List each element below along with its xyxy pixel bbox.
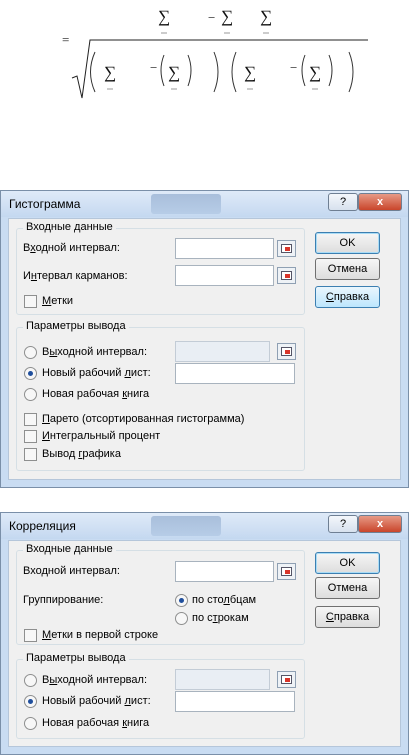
cumulative-percent-label: Интегральный процент <box>42 430 161 442</box>
histogram-title: Гистограмма <box>9 197 81 211</box>
pareto-checkbox[interactable] <box>24 413 37 426</box>
output-range-field[interactable] <box>175 341 270 362</box>
by-columns-radio[interactable] <box>175 594 188 607</box>
labels-label: Метки <box>42 295 74 307</box>
close-button[interactable]: x <box>358 515 402 533</box>
ok-button[interactable]: OK <box>315 232 380 254</box>
new-book-radio[interactable] <box>24 388 37 401</box>
formula-sum-4: ∑ <box>104 63 116 82</box>
output-group-title: Параметры вывода <box>23 320 129 332</box>
help-button[interactable]: Справка <box>315 286 380 308</box>
input-group-title: Входные данные <box>23 221 116 233</box>
input-range-field[interactable] <box>175 561 274 582</box>
new-sheet-label: Новый рабочий лист: <box>42 695 151 707</box>
histogram-titlebar: Гистограмма ? x <box>1 191 408 217</box>
title-help-button[interactable]: ? <box>328 193 358 211</box>
range-picker-icon[interactable] <box>277 343 296 360</box>
range-picker-icon[interactable] <box>277 563 296 580</box>
ok-button[interactable]: OK <box>315 552 380 574</box>
blurred-region <box>151 194 221 214</box>
input-range-field[interactable] <box>175 238 274 259</box>
cancel-button[interactable]: Отмена <box>315 577 380 599</box>
formula-sum-2: ∑ <box>221 7 233 26</box>
range-picker-icon[interactable] <box>277 267 296 284</box>
input-group-title: Входные данные <box>23 543 116 555</box>
output-range-label: Выходной интервал: <box>42 674 147 686</box>
correlation-dialog: Корреляция ? x Входные данные Входной ин… <box>0 512 409 755</box>
input-range-label: Входной интервал: <box>23 565 120 577</box>
chart-output-label: Вывод графика <box>42 448 121 460</box>
cumulative-percent-checkbox[interactable] <box>24 430 37 443</box>
input-range-label: Входной интервал: <box>23 242 120 254</box>
help-button[interactable]: Справка <box>315 606 380 628</box>
correlation-formula: = ∑ − ∑ ∑ ∑ − ∑ ∑ − ∑ <box>62 7 368 99</box>
output-range-radio[interactable] <box>24 674 37 687</box>
new-sheet-radio[interactable] <box>24 367 37 380</box>
formula-equals-sign: = <box>62 32 69 47</box>
formula-sum-limits <box>107 32 318 90</box>
bin-range-field[interactable] <box>175 265 274 286</box>
histogram-dialog: Гистограмма ? x Входные данные Входной и… <box>0 190 409 488</box>
range-picker-icon[interactable] <box>277 240 296 257</box>
formula-sum-7: ∑ <box>309 63 321 82</box>
new-sheet-name-field[interactable] <box>175 691 295 712</box>
input-group: Входные данные Входной интервал: Группир… <box>16 543 305 645</box>
correlation-client-area: Входные данные Входной интервал: Группир… <box>8 540 401 747</box>
labels-first-row-label: Метки в первой строке <box>42 629 159 641</box>
grouping-label: Группирование: <box>23 594 104 606</box>
input-group: Входные данные Входной интервал: Интерва… <box>16 221 305 315</box>
labels-checkbox[interactable] <box>24 295 37 308</box>
new-book-label: Новая рабочая книга <box>42 717 150 729</box>
formula-sum-3: ∑ <box>260 7 272 26</box>
close-button[interactable]: x <box>358 193 402 211</box>
new-sheet-radio[interactable] <box>24 695 37 708</box>
pareto-label: Парето (отсортированная гистограмма) <box>42 413 245 425</box>
formula-sum-5: ∑ <box>168 63 180 82</box>
formula-minus-1: − <box>208 10 215 25</box>
output-group-title: Параметры вывода <box>23 652 129 664</box>
output-range-radio[interactable] <box>24 346 37 359</box>
formula-minus-2: − <box>150 60 157 75</box>
output-group: Параметры вывода Выходной интервал: Новы… <box>16 652 305 739</box>
formula-sum-1: ∑ <box>158 7 170 26</box>
by-columns-label: по столбцам <box>192 594 257 606</box>
title-help-button[interactable]: ? <box>328 515 358 533</box>
chart-output-checkbox[interactable] <box>24 448 37 461</box>
new-book-radio[interactable] <box>24 717 37 730</box>
formula-minus-3: − <box>290 60 297 75</box>
cancel-button[interactable]: Отмена <box>315 258 380 280</box>
bin-range-label: Интервал карманов: <box>23 270 128 282</box>
range-picker-icon[interactable] <box>277 671 296 688</box>
by-rows-radio[interactable] <box>175 612 188 625</box>
output-range-field[interactable] <box>175 669 270 690</box>
correlation-titlebar: Корреляция ? x <box>1 513 408 539</box>
correlation-title: Корреляция <box>9 519 76 533</box>
new-sheet-label: Новый рабочий лист: <box>42 367 151 379</box>
blurred-region <box>151 516 221 536</box>
histogram-client-area: Входные данные Входной интервал: Интерва… <box>8 218 401 480</box>
formula-sum-6: ∑ <box>244 63 256 82</box>
labels-first-row-checkbox[interactable] <box>24 629 37 642</box>
output-range-label: Выходной интервал: <box>42 346 147 358</box>
new-sheet-name-field[interactable] <box>175 363 295 384</box>
formula-radical <box>71 39 368 99</box>
output-group: Параметры вывода Выходной интервал: Новы… <box>16 320 305 471</box>
new-book-label: Новая рабочая книга <box>42 388 150 400</box>
by-rows-label: по строкам <box>192 612 249 624</box>
